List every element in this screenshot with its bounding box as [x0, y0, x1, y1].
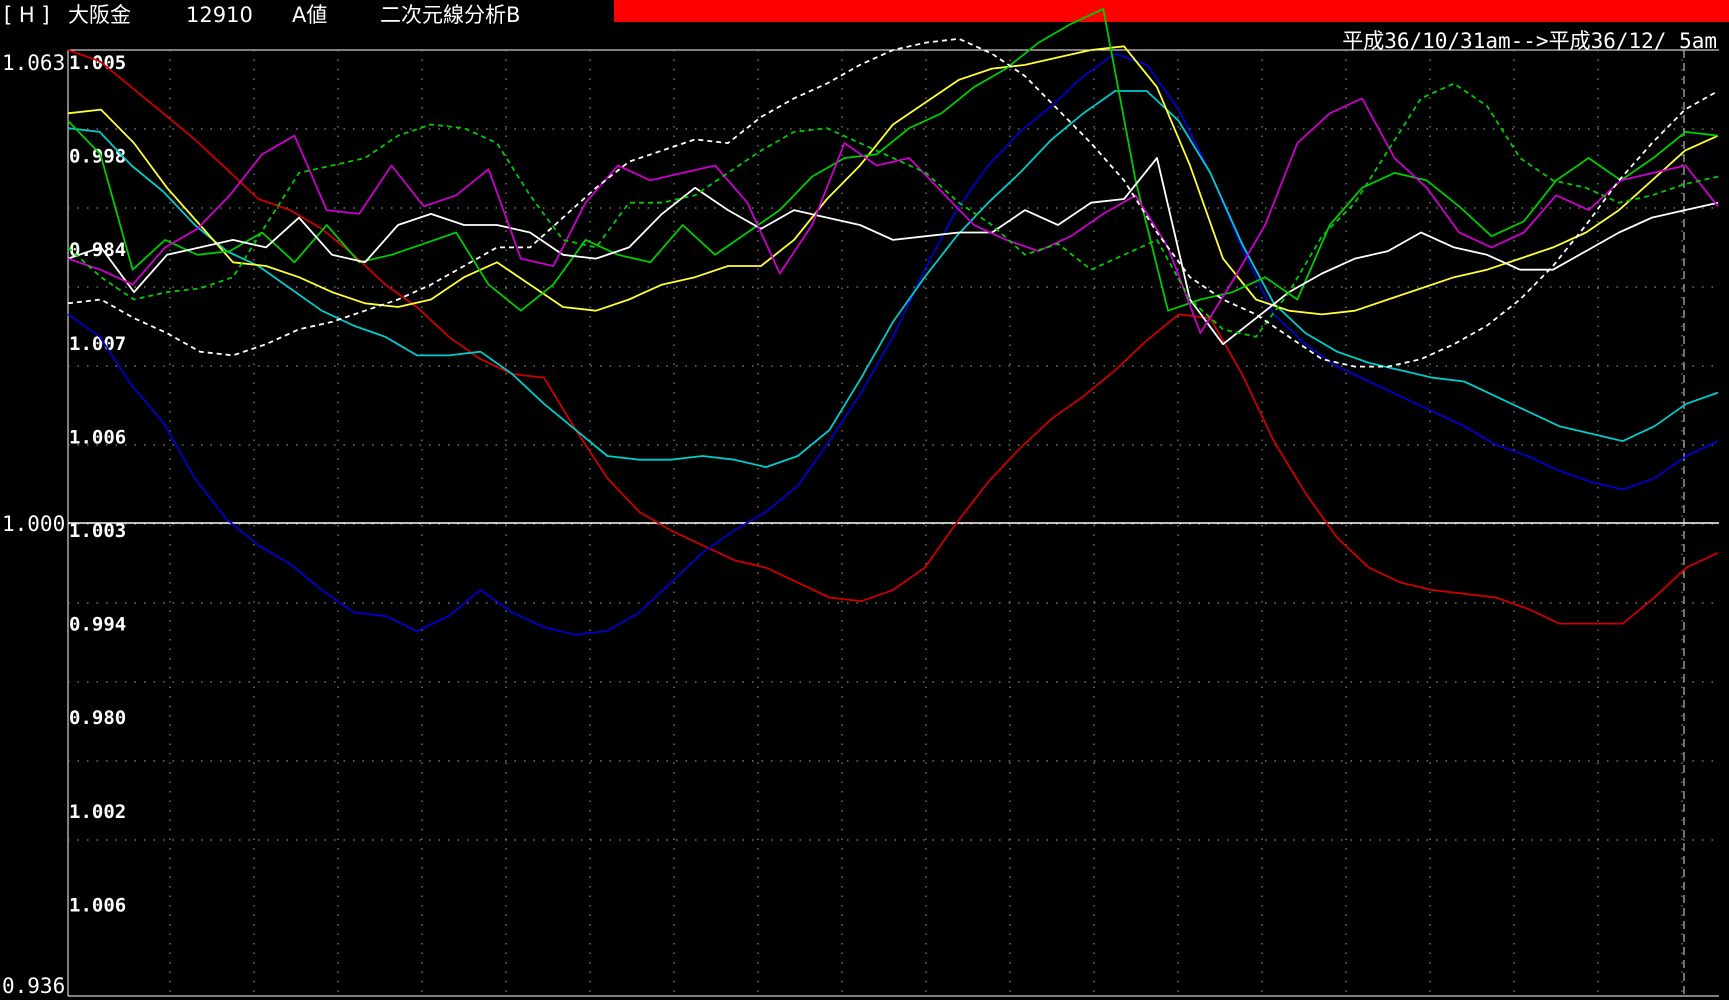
series-line-9 [67, 37, 1719, 368]
row-label: 0.984 [69, 239, 126, 261]
row-label: 1.006 [69, 426, 126, 448]
row-label: 1.002 [69, 801, 126, 823]
row-label: 0.998 [69, 146, 126, 168]
line-chart: 1.0631.0000.9361.0050.9980.9841.0071.006… [2, 8, 1719, 998]
row-label: 1.003 [69, 520, 126, 542]
row-label: 1.006 [69, 894, 126, 916]
series-line-8 [67, 82, 1719, 338]
series-line-5 [67, 8, 1719, 312]
series-line-3 [67, 90, 1719, 469]
row-label: 0.994 [69, 614, 126, 636]
y-axis-label-bottom: 0.936 [2, 974, 65, 998]
chart-window: [ H ] 大阪金 12910 A値 二次元線分析B 平成36/10/31am-… [0, 0, 1729, 1000]
y-axis-label-middle: 1.000 [2, 512, 65, 536]
y-axis-label-top: 1.063 [2, 51, 65, 75]
series-line-4 [67, 45, 1719, 316]
row-label: 0.980 [69, 707, 126, 729]
row-label: 1.005 [69, 52, 126, 74]
